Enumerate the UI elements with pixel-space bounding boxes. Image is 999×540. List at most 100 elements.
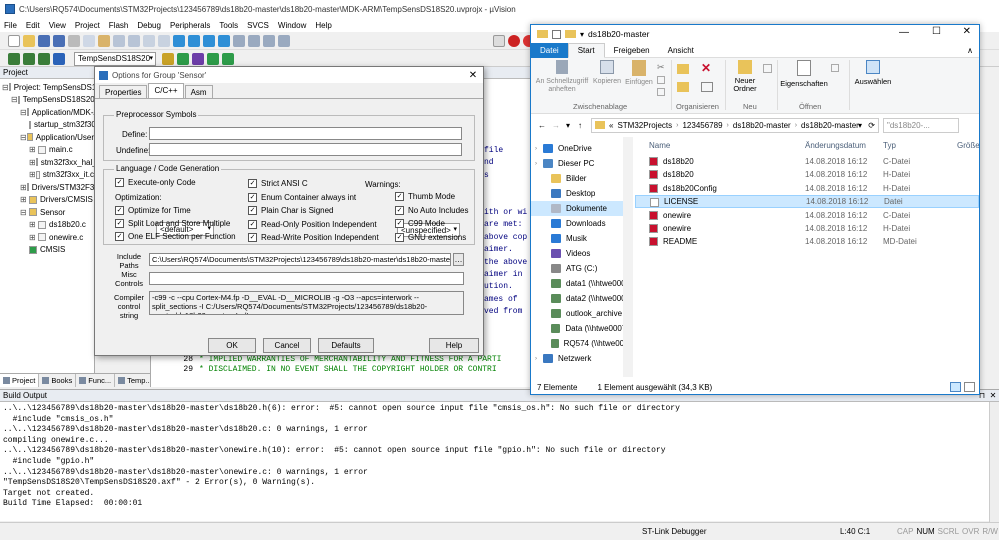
copy-path-icon[interactable]	[657, 76, 665, 84]
codegen-checkbox[interactable]: ✓ Split Load and Store Multiple	[115, 218, 236, 231]
codegen-checkbox[interactable]: ✓ Plain Char is Signed	[248, 205, 379, 219]
pack-installer-icon[interactable]	[222, 52, 234, 65]
uncomment-icon[interactable]	[278, 35, 290, 47]
translate-icon[interactable]	[8, 52, 20, 65]
file-row[interactable]: onewire 14.08.2018 16:12 C-Datei	[635, 209, 979, 222]
nav-item-video[interactable]: Videos	[531, 246, 633, 261]
bookmark-next-icon[interactable]	[203, 35, 215, 47]
path-segment[interactable]: 123456789	[682, 121, 722, 130]
nav-item-net[interactable]: Data (\\htwe0007.a	[531, 321, 633, 336]
panel-tab-0[interactable]: Project	[0, 374, 40, 387]
codegen-checkbox[interactable]: ✓ Strict ANSI C	[248, 178, 379, 192]
chevron-down-icon[interactable]: ▾	[858, 121, 862, 130]
chevron-right-icon[interactable]: ›	[535, 161, 541, 167]
copy-icon[interactable]	[83, 35, 95, 47]
menu-flash[interactable]: Flash	[109, 21, 129, 30]
new-file-icon[interactable]	[8, 35, 20, 47]
close-icon[interactable]: ✕	[963, 26, 971, 37]
menu-tools[interactable]: Tools	[219, 21, 238, 30]
menu-view[interactable]: View	[49, 21, 66, 30]
unindent-icon[interactable]	[248, 35, 260, 47]
download-icon[interactable]	[53, 52, 65, 65]
nav-item-net[interactable]: data2 (\\htwe0007.	[531, 291, 633, 306]
close-icon[interactable]: ✕	[987, 391, 999, 400]
find-icon[interactable]	[493, 35, 505, 47]
codegen-checkbox[interactable]: ✓ No Auto Includes	[395, 205, 468, 219]
paste-shortcut-icon[interactable]	[657, 88, 665, 96]
tree-item[interactable]: ⊞ stm32f3xx_hal_msp.c	[0, 156, 118, 169]
open-icon[interactable]	[831, 64, 839, 72]
codegen-checkbox[interactable]: ✓ C99 Mode	[395, 218, 468, 232]
file-row[interactable]: ds18b20Config 14.08.2018 16:12 H-Datei	[635, 182, 979, 195]
tree-item[interactable]: ⊟ TempSensDS18S20	[0, 94, 95, 107]
expand-icon[interactable]: ⊞	[29, 170, 36, 179]
redo-icon[interactable]	[128, 35, 140, 47]
nav-pane-scrollbar[interactable]	[623, 137, 633, 377]
column-header-3[interactable]: Größe	[957, 141, 979, 150]
debug-session-icon[interactable]	[508, 35, 520, 47]
properties-button[interactable]: Eigenschaften	[779, 60, 829, 88]
address-bar[interactable]: «STM32Projects › 123456789 › ds18b20-master ›…	[591, 117, 879, 133]
file-row[interactable]: ds18b20 14.08.2018 16:12 H-Datei	[635, 168, 979, 181]
open-file-icon[interactable]	[23, 35, 35, 47]
defaults-button[interactable]: Defaults	[318, 338, 374, 353]
target-select[interactable]: TempSensDS18S20 ▾	[74, 51, 156, 66]
nav-item-net[interactable]: outlook_archive (\\	[531, 306, 633, 321]
compiler-control-string[interactable]: -c99 -c --cpu Cortex-M4.fp -D__EVAL -D__…	[149, 291, 464, 315]
cut-icon[interactable]	[68, 35, 80, 47]
undo-icon[interactable]	[113, 35, 125, 47]
explorer-tab-datei[interactable]: Datei	[531, 42, 568, 58]
tree-item[interactable]: ⊞ Drivers/STM32F3xx_HAL_Driver	[0, 181, 148, 194]
expand-icon[interactable]: ⊞	[29, 145, 38, 154]
pin-quick-access-button[interactable]: An Schnellzugriff anheften	[533, 60, 591, 94]
file-extensions-icon[interactable]	[192, 52, 204, 65]
file-row[interactable]: onewire 14.08.2018 16:12 H-Datei	[635, 222, 979, 235]
search-box[interactable]: "ds18b20-...	[883, 117, 959, 133]
tree-item[interactable]: ⊟ Application/MDK-ARM	[0, 106, 111, 119]
manage-components-icon[interactable]	[177, 52, 189, 65]
run-time-env-icon[interactable]	[207, 52, 219, 65]
build-output-text[interactable]: ..\..\123456789\ds18b20-master\ds18b20-m…	[0, 402, 985, 520]
nav-item-docs[interactable]: Dokumente	[531, 201, 633, 216]
minimize-icon[interactable]: —	[899, 27, 909, 38]
menu-window[interactable]: Window	[278, 21, 306, 30]
file-row[interactable]: README 14.08.2018 16:12 MD-Datei	[635, 235, 979, 248]
target-options-icon[interactable]	[162, 52, 174, 65]
path-segment[interactable]: ds18b20-master	[801, 121, 859, 130]
file-row[interactable]: ds18b20 14.08.2018 16:12 C-Datei	[635, 155, 979, 168]
tree-item[interactable]: startup_stm32f303xe.s	[0, 119, 115, 132]
column-header-2[interactable]: Typ	[883, 141, 896, 150]
rebuild-icon[interactable]	[38, 52, 50, 65]
details-view-icon[interactable]	[950, 382, 961, 392]
tree-item[interactable]: ⊞ ds18b20.c	[0, 219, 94, 232]
dialog-tab-0[interactable]: Properties	[99, 85, 148, 98]
expand-icon[interactable]: ⊟	[20, 108, 27, 117]
copy-to-icon[interactable]	[677, 82, 689, 92]
menu-file[interactable]: File	[4, 21, 17, 30]
cancel-button[interactable]: Cancel	[263, 338, 311, 353]
copy-button[interactable]: Kopieren	[591, 60, 623, 85]
nav-item-cloud[interactable]: › OneDrive	[531, 141, 633, 156]
up-icon[interactable]: ↑	[573, 121, 587, 130]
bookmark-prev-icon[interactable]	[188, 35, 200, 47]
new-item-icon[interactable]	[763, 64, 772, 73]
select-button[interactable]: Auswählen	[853, 60, 893, 86]
tree-item[interactable]: ⊞ stm32f3xx_it.c	[0, 169, 94, 182]
nav-item-drive[interactable]: ATG (C:)	[531, 261, 633, 276]
build-icon[interactable]	[23, 52, 35, 65]
expand-icon[interactable]: ⊞	[29, 158, 36, 167]
nav-item-desk[interactable]: Desktop	[531, 186, 633, 201]
comment-icon[interactable]	[263, 35, 275, 47]
chevron-right-icon[interactable]: ›	[535, 146, 541, 152]
explorer-tab-freigeben[interactable]: Freigeben	[605, 43, 659, 58]
chevron-down-icon[interactable]: ▾	[580, 30, 584, 39]
file-row[interactable]: LICENSE 14.08.2018 16:12 Datei	[635, 195, 979, 209]
large-icons-view-icon[interactable]	[964, 382, 975, 392]
cut-icon[interactable]: ✂	[657, 62, 665, 73]
panel-tab-2[interactable]: Func...	[76, 374, 116, 387]
save-icon[interactable]	[38, 35, 50, 47]
close-icon[interactable]: ✕	[463, 70, 483, 81]
tree-item[interactable]: ⊟ Sensor	[0, 206, 94, 219]
explorer-tab-ansicht[interactable]: Ansicht	[659, 43, 703, 58]
maximize-icon[interactable]: ☐	[932, 26, 941, 37]
